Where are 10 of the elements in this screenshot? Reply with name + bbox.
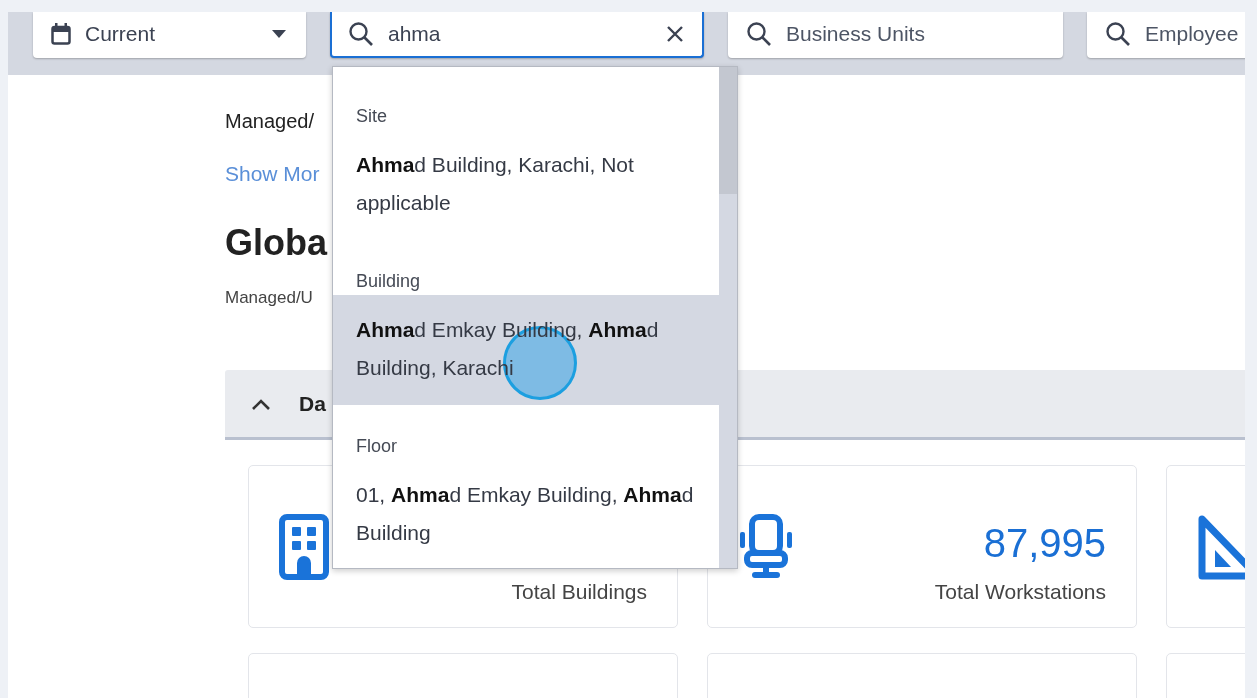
- group-heading: Floor: [355, 435, 398, 458]
- group-heading: Site: [355, 105, 389, 128]
- group-heading: Building: [355, 270, 422, 293]
- section-title: Da: [299, 391, 326, 416]
- page-title: Globa: [225, 222, 327, 265]
- stat-label: Total Buildings: [511, 580, 647, 604]
- subtitle-text: Managed/: [225, 110, 314, 134]
- caption-text: Managed/U: [225, 288, 313, 308]
- stat-label: Total Workstations: [934, 580, 1106, 604]
- stat-value: 87,995: [983, 521, 1106, 566]
